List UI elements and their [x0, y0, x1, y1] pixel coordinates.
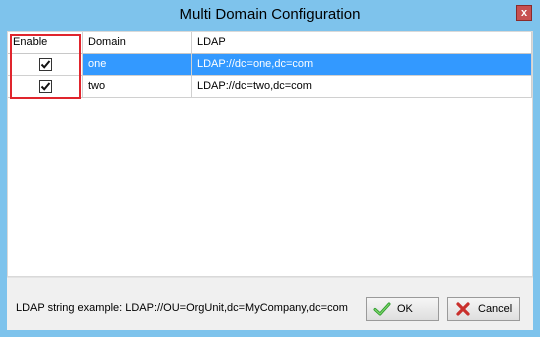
window-title: Multi Domain Configuration — [179, 6, 361, 23]
enable-checkbox[interactable] — [39, 58, 52, 71]
domain-cell[interactable]: one — [83, 54, 192, 76]
enable-cell[interactable] — [8, 54, 83, 76]
ldap-cell[interactable]: LDAP://dc=two,dc=com — [192, 76, 532, 98]
enable-cell[interactable] — [8, 76, 83, 98]
table-row[interactable]: one LDAP://dc=one,dc=com — [8, 54, 532, 76]
red-x-icon — [456, 302, 470, 316]
cancel-button-label: Cancel — [478, 303, 513, 315]
column-header-enable[interactable]: Enable — [8, 32, 83, 54]
column-header-domain[interactable]: Domain — [83, 32, 192, 54]
ldap-cell[interactable]: LDAP://dc=one,dc=com — [192, 54, 532, 76]
title-bar[interactable]: Multi Domain Configuration x — [0, 0, 540, 30]
footer-divider — [7, 277, 533, 278]
green-check-icon — [373, 302, 391, 316]
dialog-window: Multi Domain Configuration x Enable Doma… — [0, 0, 540, 337]
close-icon: x — [520, 6, 528, 19]
ldap-example-hint: LDAP string example: LDAP://OU=OrgUnit,d… — [16, 302, 348, 314]
grid-header: Enable Domain LDAP — [8, 32, 532, 54]
ok-button[interactable]: OK — [366, 297, 439, 321]
checkmark-icon — [40, 82, 51, 91]
dialog-client-area: Enable Domain LDAP one LDAP://dc=one,dc=… — [7, 31, 533, 330]
column-header-ldap[interactable]: LDAP — [192, 32, 532, 54]
close-button[interactable]: x — [516, 5, 532, 21]
cancel-button[interactable]: Cancel — [447, 297, 520, 321]
enable-checkbox[interactable] — [39, 80, 52, 93]
table-row[interactable]: two LDAP://dc=two,dc=com — [8, 76, 532, 98]
checkmark-icon — [40, 60, 51, 69]
ok-button-label: OK — [397, 303, 413, 315]
domain-grid: Enable Domain LDAP one LDAP://dc=one,dc=… — [7, 31, 533, 277]
domain-cell[interactable]: two — [83, 76, 192, 98]
